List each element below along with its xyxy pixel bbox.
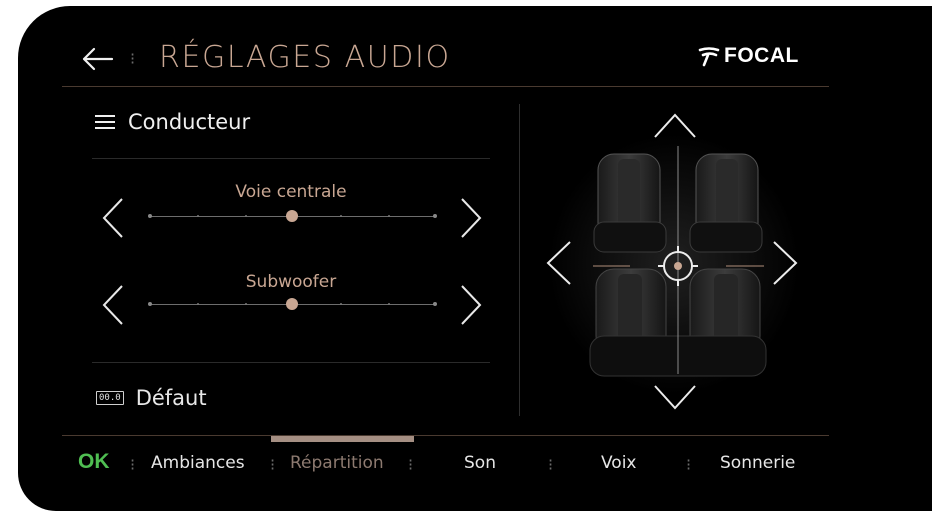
subwoofer-label: Subwoofer bbox=[245, 272, 337, 292]
menu-icon bbox=[95, 115, 115, 129]
panel-divider-top bbox=[92, 158, 490, 159]
default-label: Défaut bbox=[135, 386, 207, 410]
subwoofer-increase-icon[interactable] bbox=[456, 284, 484, 326]
tab-voix[interactable]: Voix bbox=[601, 453, 637, 473]
balance-left-icon[interactable] bbox=[544, 240, 574, 286]
subwoofer-knob[interactable] bbox=[286, 298, 298, 310]
front-right-seat bbox=[689, 153, 763, 253]
default-badge: 00.0 bbox=[96, 391, 124, 405]
brand-name: FOCAL bbox=[724, 44, 799, 67]
balance-down-icon[interactable] bbox=[653, 382, 697, 412]
separator-dots: ⁝ bbox=[130, 49, 136, 68]
focal-logo: FOCAL bbox=[698, 44, 799, 68]
voie-centrale-knob[interactable] bbox=[286, 210, 298, 222]
page-title: RÉGLAGES AUDIO bbox=[159, 40, 451, 75]
tab-repartition[interactable]: Répartition bbox=[290, 453, 384, 473]
front-left-seat bbox=[593, 153, 667, 253]
separator-dots: ⁝ bbox=[270, 455, 276, 474]
bottom-divider bbox=[62, 435, 829, 436]
separator-dots: ⁝ bbox=[686, 455, 692, 474]
subwoofer-slider[interactable] bbox=[148, 298, 437, 310]
back-arrow-icon[interactable] bbox=[80, 41, 116, 77]
panel-divider-bottom bbox=[92, 362, 490, 363]
header-divider bbox=[62, 86, 829, 87]
separator-dots: ⁝ bbox=[408, 455, 414, 474]
subwoofer-decrease-icon[interactable] bbox=[100, 284, 128, 326]
profile-selector[interactable]: Conducteur bbox=[94, 110, 250, 134]
voie-centrale-slider[interactable] bbox=[148, 210, 437, 222]
ok-button[interactable]: OK bbox=[78, 450, 110, 474]
tab-son[interactable]: Son bbox=[464, 453, 496, 473]
default-button[interactable]: 00.0 Défaut bbox=[96, 386, 207, 410]
separator-dots: ⁝ bbox=[548, 455, 554, 474]
vertical-divider bbox=[519, 104, 520, 416]
tab-sonnerie[interactable]: Sonnerie bbox=[720, 453, 795, 473]
voie-centrale-increase-icon[interactable] bbox=[456, 197, 484, 239]
focal-logo-icon bbox=[698, 47, 720, 67]
balance-up-icon[interactable] bbox=[653, 109, 697, 139]
voie-centrale-label: Voie centrale bbox=[235, 182, 347, 202]
voie-centrale-decrease-icon[interactable] bbox=[100, 197, 128, 239]
active-tab-indicator bbox=[271, 436, 414, 442]
separator-dots: ⁝ bbox=[130, 455, 136, 474]
profile-label: Conducteur bbox=[128, 110, 251, 134]
tab-ambiances[interactable]: Ambiances bbox=[151, 453, 245, 473]
balance-right-icon[interactable] bbox=[770, 240, 800, 286]
audio-settings-screen: ⁝ RÉGLAGES AUDIO FOCAL Conducteur Voie c… bbox=[18, 6, 932, 511]
